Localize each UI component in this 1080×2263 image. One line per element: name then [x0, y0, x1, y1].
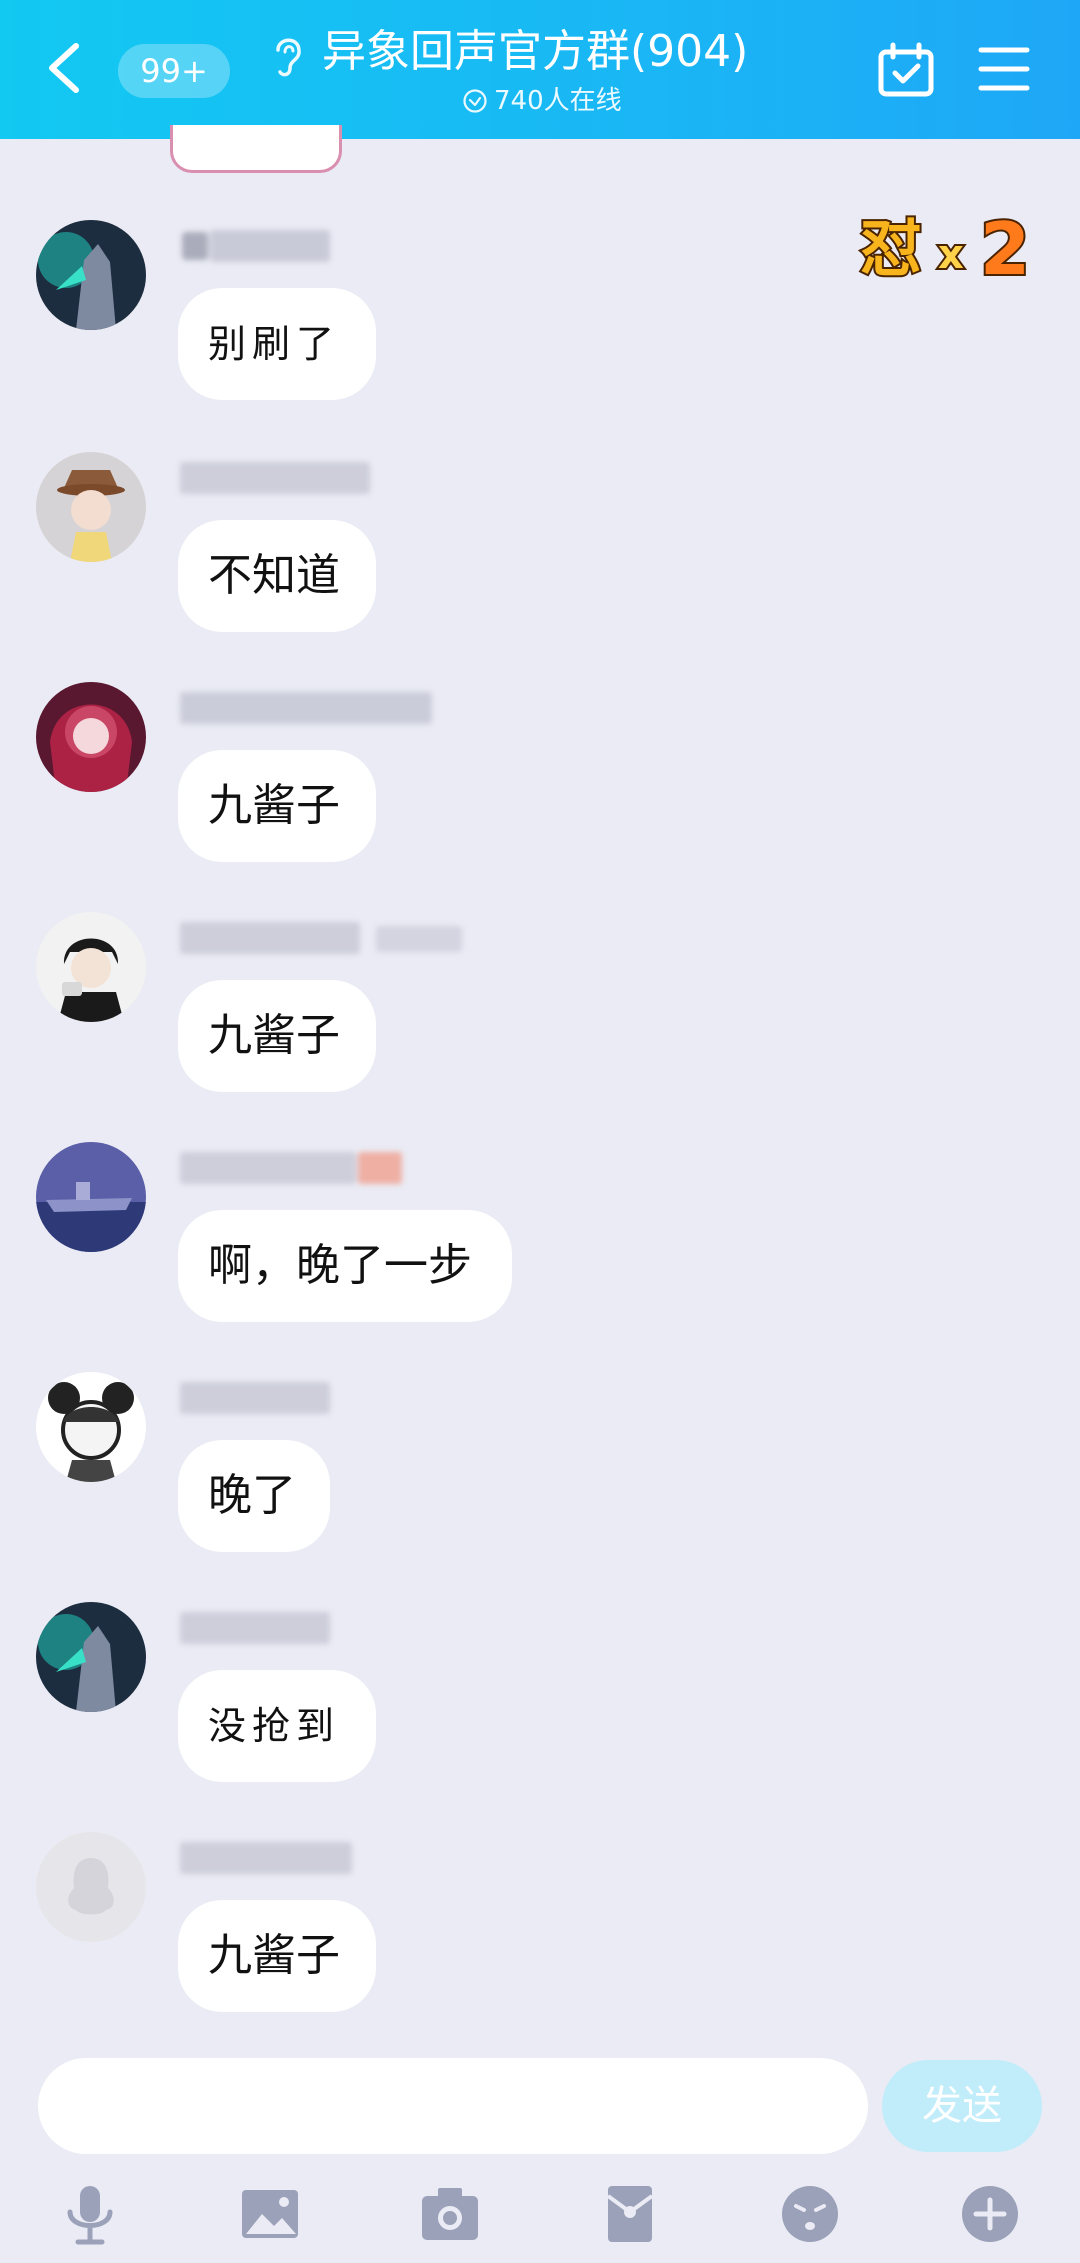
- message-bubble[interactable]: 晚了: [178, 1440, 330, 1552]
- input-toolbar: [0, 2170, 1080, 2263]
- message-bubble[interactable]: 没抢到: [178, 1670, 376, 1782]
- nickname-blurred: [180, 922, 462, 954]
- nickname-blurred: [180, 1842, 352, 1874]
- plus-icon[interactable]: [958, 2182, 1022, 2246]
- group-title[interactable]: 异象回声官方群(904): [322, 22, 748, 82]
- svg-text:怼: 怼: [860, 212, 922, 285]
- avatar[interactable]: [36, 452, 146, 562]
- message-bubble[interactable]: 不知道: [178, 520, 376, 632]
- sticker-message-partial[interactable]: [170, 125, 342, 173]
- online-status[interactable]: 740人在线: [462, 82, 622, 120]
- red-packet-icon[interactable]: [598, 2182, 662, 2246]
- ear-icon: [276, 38, 301, 77]
- message-bubble[interactable]: 九酱子: [178, 980, 376, 1092]
- nickname-blurred: [180, 462, 370, 494]
- nickname-blurred: [180, 1612, 330, 1644]
- message-bubble[interactable]: 九酱子: [178, 750, 376, 862]
- emoji-icon[interactable]: [778, 2182, 842, 2246]
- avatar[interactable]: [36, 1372, 146, 1482]
- calendar-checkin-icon[interactable]: [876, 40, 936, 100]
- avatar[interactable]: [36, 1142, 146, 1252]
- nickname-blurred: [180, 1382, 330, 1414]
- combo-badge-icon: 怼 x 2: [858, 205, 1032, 286]
- svg-text:2: 2: [980, 207, 1030, 286]
- avatar[interactable]: [36, 912, 146, 1022]
- back-arrow-icon[interactable]: [40, 36, 90, 100]
- online-count-text: 740人在线: [494, 86, 622, 116]
- message-bubble[interactable]: 别刷了: [178, 288, 376, 400]
- unread-count-badge[interactable]: 99+: [118, 44, 230, 98]
- microphone-icon[interactable]: [58, 2182, 122, 2246]
- menu-icon[interactable]: [978, 44, 1030, 94]
- default-avatar-penguin-icon[interactable]: [36, 1832, 146, 1942]
- svg-text:x: x: [938, 232, 964, 278]
- nickname-blurred: [182, 230, 330, 262]
- avatar[interactable]: [36, 682, 146, 792]
- avatar[interactable]: [36, 220, 146, 330]
- send-button[interactable]: 发送: [882, 2060, 1042, 2152]
- avatar[interactable]: [36, 1602, 146, 1712]
- camera-icon[interactable]: [418, 2182, 482, 2246]
- image-icon[interactable]: [238, 2182, 302, 2246]
- message-input[interactable]: [38, 2058, 868, 2154]
- nickname-blurred: [180, 1152, 402, 1184]
- message-bubble[interactable]: 九酱子: [178, 1900, 376, 2012]
- chat-header: 99+ 异象回声官方群(904) 740人在线: [0, 0, 1080, 139]
- message-bubble[interactable]: 啊，晚了一步: [178, 1210, 512, 1322]
- nickname-blurred: [180, 692, 432, 724]
- online-check-icon: [463, 89, 487, 113]
